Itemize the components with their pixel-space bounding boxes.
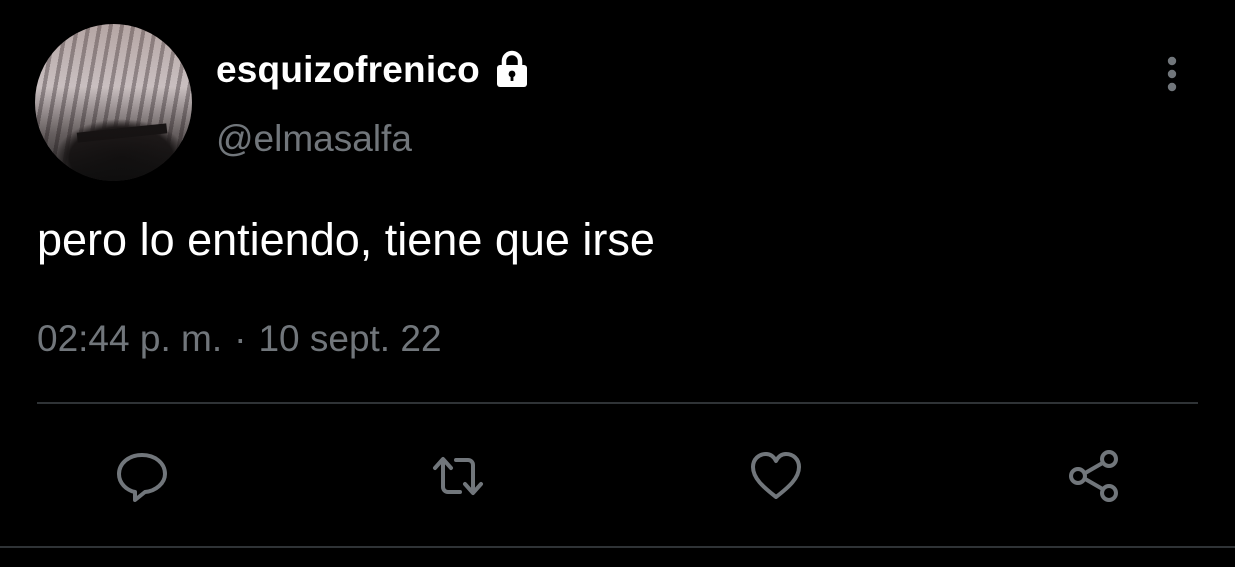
- share-icon: [1069, 450, 1118, 502]
- lock-icon: [490, 48, 534, 92]
- tweet-timestamp[interactable]: 02:44 p. m. · 10 sept. 22: [37, 318, 442, 360]
- display-name-row: esquizofrenico: [216, 46, 534, 94]
- avatar-shade: [35, 24, 192, 181]
- timestamp-separator: ·: [234, 318, 247, 359]
- retweet-icon: [433, 457, 483, 495]
- tweet-card: esquizofrenico @elmasalfa pero lo entien…: [0, 0, 1235, 567]
- like-button[interactable]: [746, 446, 806, 506]
- avatar[interactable]: [35, 24, 192, 181]
- vertical-dots-icon[interactable]: [1150, 52, 1194, 96]
- speech-bubble-icon: [117, 453, 167, 502]
- share-button[interactable]: [1064, 446, 1124, 506]
- tweet-text: pero lo entiendo, tiene que irse: [37, 214, 655, 265]
- user-handle[interactable]: @elmasalfa: [216, 118, 412, 160]
- reply-button[interactable]: [112, 446, 172, 506]
- tweet-time: 02:44 p. m.: [37, 318, 223, 359]
- divider: [37, 402, 1198, 404]
- display-name[interactable]: esquizofrenico: [216, 49, 480, 91]
- tweet-date: 10 sept. 22: [258, 318, 442, 359]
- heart-icon: [751, 452, 801, 499]
- bottom-divider: [0, 546, 1235, 548]
- retweet-button[interactable]: [428, 446, 488, 506]
